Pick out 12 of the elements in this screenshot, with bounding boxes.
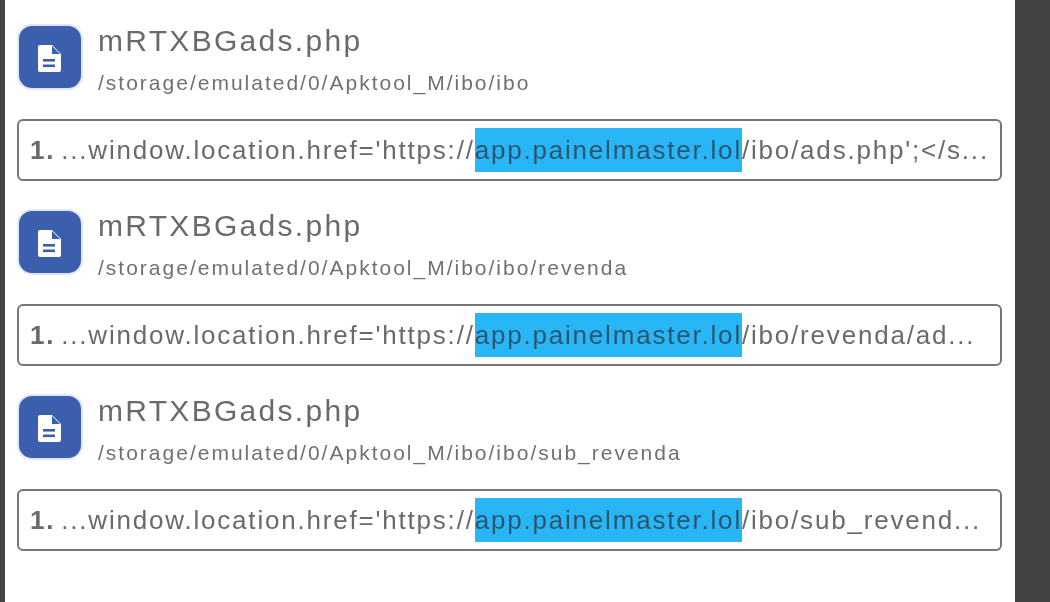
file-icon — [17, 209, 83, 275]
file-path: /storage/emulated/0/Apktool_M/ibo/ibo/sub_revenda — [98, 440, 682, 466]
file-name: mRTXBGads.php — [98, 209, 363, 243]
file-icon — [17, 394, 83, 460]
file-path: /storage/emulated/0/Apktool_M/ibo/ibo/revenda — [98, 255, 629, 281]
file-icon — [17, 24, 83, 90]
file-name: mRTXBGads.php — [98, 394, 363, 428]
file-name: mRTXBGads.php — [98, 24, 363, 58]
match-snippet[interactable]: 1. ...window.location.href='https://app.painelmaster.lol/ibo/ads.php';</s... — [17, 119, 1002, 181]
match-snippet[interactable]: 1. ...window.location.href='https://app.painelmaster.lol/ibo/sub_revend... — [17, 489, 1002, 551]
match-snippet[interactable]: 1. ...window.location.href='https://app.painelmaster.lol/ibo/revenda/ad... — [17, 304, 1002, 366]
file-path: /storage/emulated/0/Apktool_M/ibo/ibo — [98, 70, 531, 96]
